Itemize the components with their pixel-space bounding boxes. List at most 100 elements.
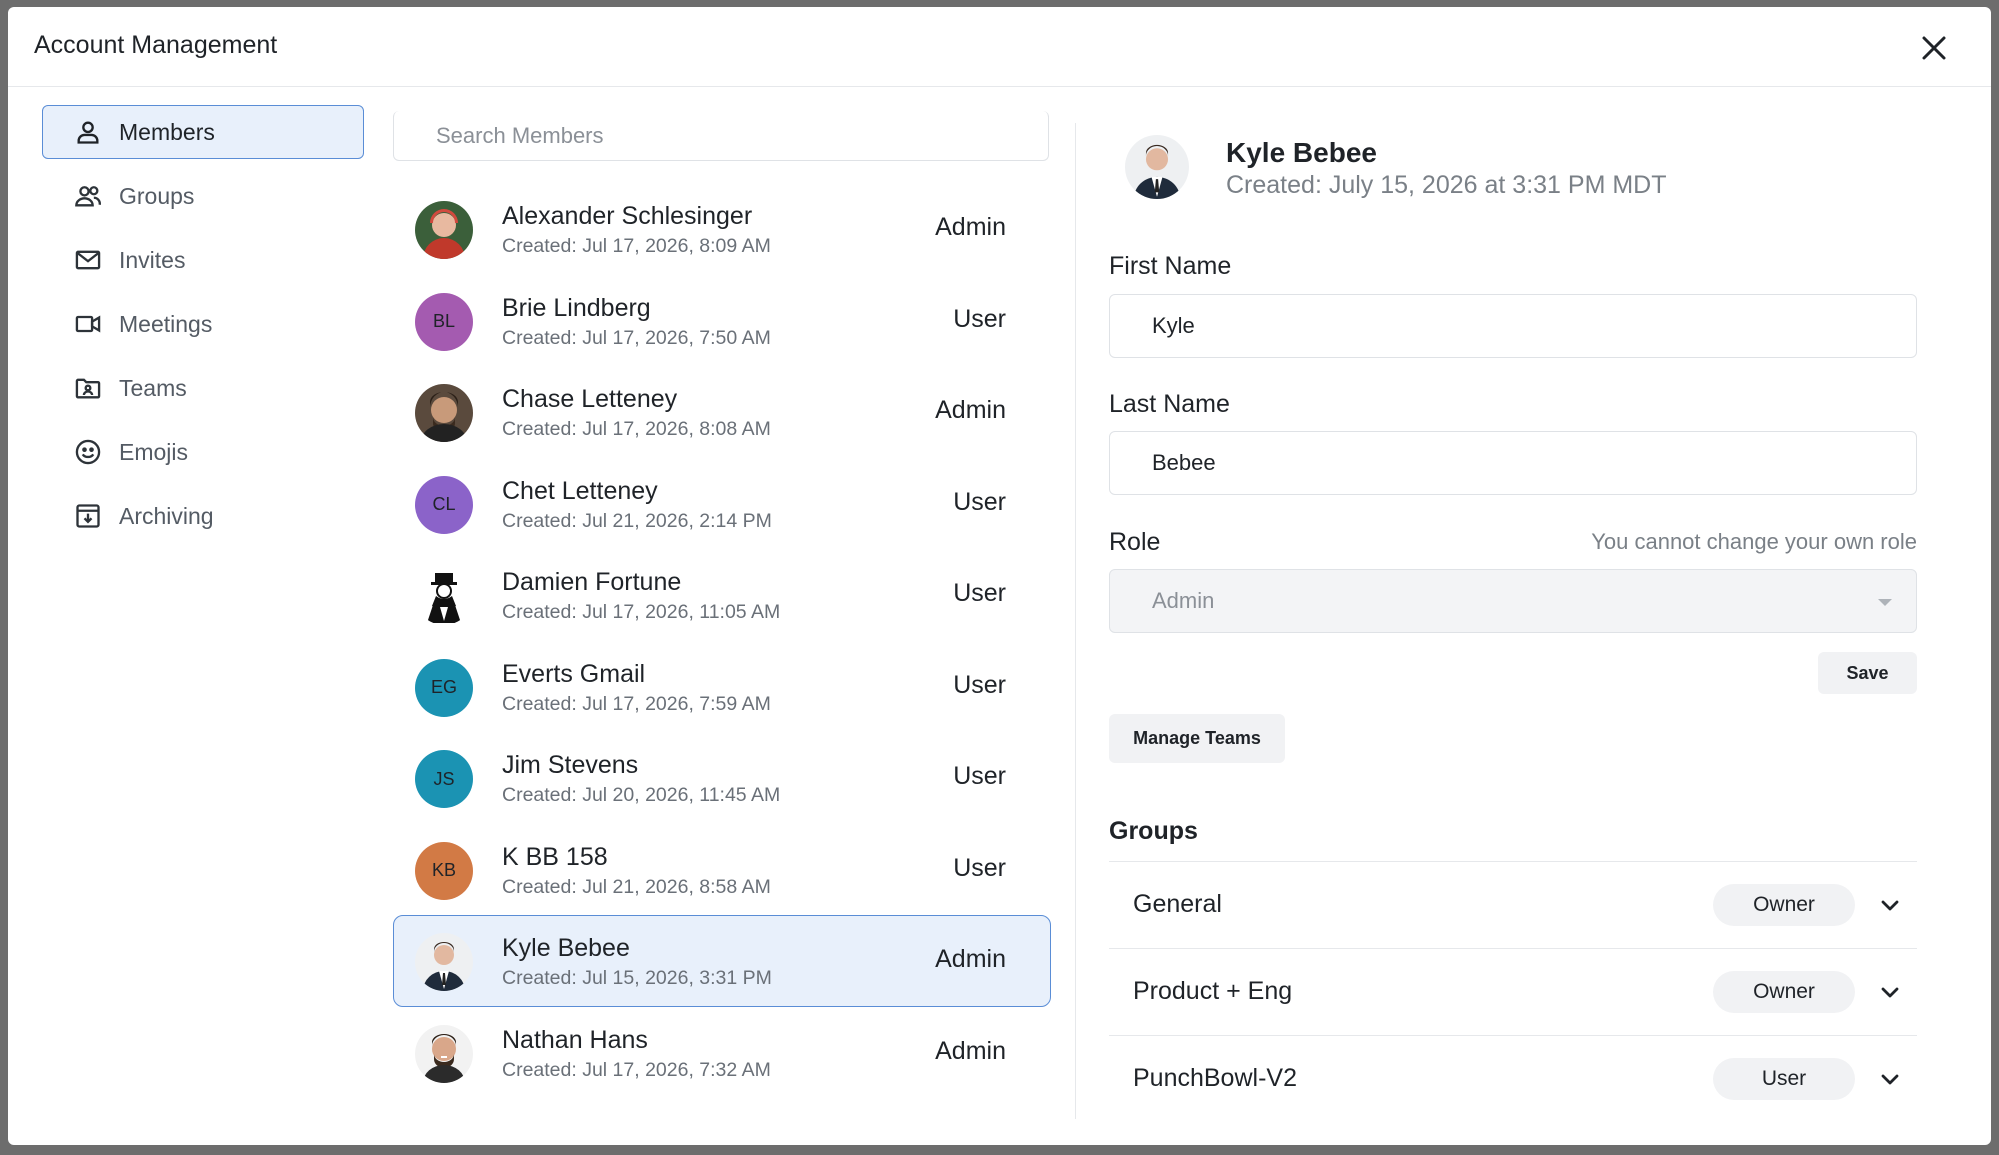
- account-management-modal: Account Management Members Groups Invite…: [8, 7, 1991, 1145]
- member-name: Kyle Bebee: [502, 934, 630, 962]
- member-row[interactable]: EG Everts Gmail Created: Jul 17, 2026, 7…: [393, 641, 1051, 733]
- sidebar-item-label: Groups: [119, 182, 195, 209]
- column-divider: [1075, 123, 1076, 1119]
- caret-down-icon: [1878, 599, 1892, 606]
- member-row[interactable]: JS Jim Stevens Created: Jul 20, 2026, 11…: [393, 732, 1051, 824]
- member-row[interactable]: KB K BB 158 Created: Jul 21, 2026, 8:58 …: [393, 824, 1051, 916]
- member-created: Created: Jul 21, 2026, 2:14 PM: [502, 509, 772, 532]
- first-name-label: First Name: [1109, 252, 1232, 280]
- avatar-initials: CL: [432, 494, 456, 514]
- chevron-down-icon: [1881, 1074, 1899, 1085]
- groups-title: Groups: [1109, 817, 1198, 845]
- member-created: Created: Jul 17, 2026, 7:32 AM: [502, 1058, 771, 1081]
- detail-member-name: Kyle Bebee: [1226, 137, 1377, 168]
- sidebar-item-meetings[interactable]: Meetings: [42, 297, 364, 351]
- avatar: CL: [415, 475, 473, 534]
- member-role: User: [953, 670, 1006, 699]
- member-role: Admin: [935, 396, 1006, 424]
- avatar: EG: [415, 658, 473, 717]
- sidebar-item-archiving[interactable]: Archiving: [42, 489, 364, 543]
- manage-teams-button[interactable]: Manage Teams: [1109, 714, 1285, 763]
- archive-icon: [73, 501, 103, 531]
- group-role-badge: Owner: [1713, 971, 1855, 1013]
- avatar: KB: [415, 841, 473, 900]
- member-created: Created: Jul 17, 2026, 11:05 AM: [502, 601, 781, 623]
- avatar-initials: BL: [432, 311, 456, 331]
- member-list: Alexander Schlesinger Created: Jul 17, 2…: [393, 183, 1051, 1098]
- mail-icon: [73, 245, 103, 275]
- member-created: Created: Jul 17, 2026, 7:59 AM: [502, 692, 771, 715]
- avatar: JS: [415, 750, 473, 808]
- sidebar-item-label: Teams: [119, 374, 187, 401]
- member-row[interactable]: Alexander Schlesinger Created: Jul 17, 2…: [393, 183, 1051, 275]
- video-icon: [73, 309, 103, 339]
- member-role: Admin: [935, 1036, 1006, 1065]
- sidebar-item-members[interactable]: Members: [42, 105, 364, 159]
- chevron-down-icon: [1881, 987, 1899, 998]
- member-role: Admin: [935, 213, 1006, 241]
- group-name: Product + Eng: [1133, 977, 1293, 1005]
- avatar: [415, 384, 473, 442]
- member-row[interactable]: Nathan Hans Created: Jul 17, 2026, 7:32 …: [393, 1007, 1051, 1099]
- first-name-input[interactable]: [1109, 294, 1917, 358]
- close-button[interactable]: [1915, 29, 1953, 67]
- sidebar-item-label: Invites: [119, 246, 186, 273]
- member-created: Created: Jul 17, 2026, 7:50 AM: [502, 326, 771, 349]
- avatar: [415, 1024, 473, 1083]
- save-button[interactable]: Save: [1818, 652, 1917, 694]
- close-icon: [1922, 36, 1946, 60]
- last-name-label: Last Name: [1109, 390, 1230, 418]
- modal-title: Account Management: [34, 31, 278, 59]
- modal-header: Account Management: [8, 7, 1991, 87]
- member-created: Created: Jul 15, 2026, 3:31 PM: [502, 967, 772, 989]
- members-panel: Alexander Schlesinger Created: Jul 17, 2…: [393, 111, 1051, 1098]
- sidebar-item-emojis[interactable]: Emojis: [42, 425, 364, 479]
- member-row[interactable]: BL Brie Lindberg Created: Jul 17, 2026, …: [393, 275, 1051, 367]
- sidebar-item-teams[interactable]: Teams: [42, 361, 364, 415]
- search-members-input[interactable]: [393, 111, 1049, 161]
- user-icon: [73, 117, 103, 147]
- member-role: Admin: [935, 945, 1006, 973]
- users-icon: [73, 181, 103, 211]
- member-created: Created: Jul 20, 2026, 11:45 AM: [502, 784, 781, 806]
- member-row[interactable]: CL Chet Letteney Created: Jul 21, 2026, …: [393, 458, 1051, 550]
- member-role: User: [953, 304, 1006, 333]
- avatar-initials: EG: [430, 677, 457, 697]
- detail-created: Created: July 15, 2026 at 3:31 PM MDT: [1226, 171, 1667, 199]
- member-role: User: [953, 579, 1006, 607]
- sidebar-item-invites[interactable]: Invites: [42, 233, 364, 287]
- group-row: General Owner: [1109, 862, 1917, 949]
- sidebar-item-label: Emojis: [119, 438, 189, 465]
- smile-icon: [73, 437, 103, 467]
- avatar: [415, 201, 473, 259]
- avatar-initials: KB: [431, 860, 456, 880]
- role-select-value: Admin: [1152, 588, 1215, 613]
- member-row[interactable]: Damien Fortune Created: Jul 17, 2026, 11…: [393, 549, 1051, 641]
- group-row: PunchBowl-V2 User: [1109, 1036, 1917, 1123]
- member-role: User: [953, 762, 1006, 790]
- member-name: Damien Fortune: [502, 568, 682, 596]
- expand-group-button[interactable]: [1875, 1064, 1905, 1094]
- member-name: Chet Letteney: [502, 476, 658, 505]
- role-label: Role: [1109, 528, 1161, 556]
- member-name: Chase Letteney: [502, 385, 678, 413]
- role-note: You cannot change your own role: [1591, 529, 1917, 554]
- sidebar-item-label: Members: [119, 118, 215, 145]
- sidebar-item-label: Archiving: [119, 502, 214, 529]
- sidebar-item-label: Meetings: [119, 310, 213, 337]
- member-row-selected[interactable]: Kyle Bebee Created: Jul 15, 2026, 3:31 P…: [393, 915, 1051, 1007]
- sidebar-item-groups[interactable]: Groups: [42, 169, 364, 223]
- member-row[interactable]: Chase Letteney Created: Jul 17, 2026, 8:…: [393, 366, 1051, 458]
- chevron-down-icon: [1881, 900, 1899, 911]
- member-name: Jim Stevens: [502, 751, 639, 779]
- member-created: Created: Jul 17, 2026, 8:09 AM: [502, 235, 771, 257]
- last-name-input[interactable]: [1109, 431, 1917, 495]
- member-name: Brie Lindberg: [502, 293, 651, 322]
- avatar: [415, 567, 473, 625]
- member-role: User: [953, 853, 1006, 882]
- expand-group-button[interactable]: [1875, 890, 1905, 920]
- member-name: K BB 158: [502, 842, 608, 871]
- avatar: [415, 933, 473, 991]
- member-name: Alexander Schlesinger: [502, 202, 753, 230]
- expand-group-button[interactable]: [1875, 977, 1905, 1007]
